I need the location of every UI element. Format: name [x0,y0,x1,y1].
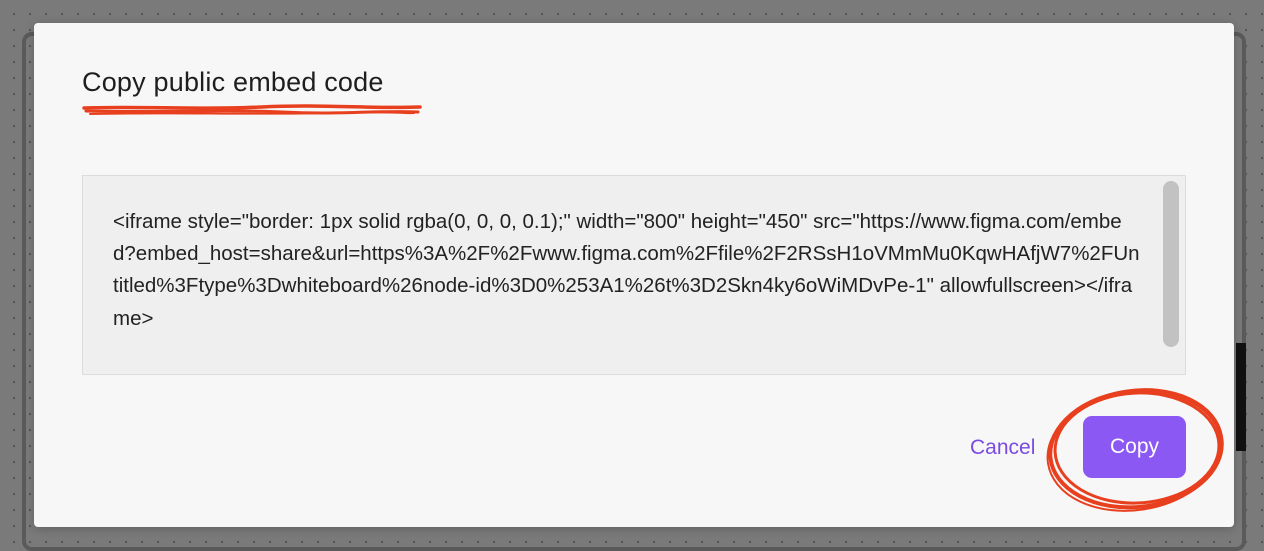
embed-code-text[interactable]: <iframe style="border: 1px solid rgba(0,… [113,206,1143,335]
title-underline-annotation [82,104,422,115]
embed-code-field[interactable]: <iframe style="border: 1px solid rgba(0,… [82,175,1186,375]
copy-button[interactable]: Copy [1083,416,1186,478]
scrollbar-thumb[interactable] [1163,181,1179,347]
scrollbar[interactable] [1163,181,1179,353]
dialog-title: Copy public embed code [82,67,384,97]
embed-code-dialog: Copy public embed code <iframe style="bo… [34,23,1234,527]
cancel-button[interactable]: Cancel [970,431,1035,465]
board-edge-element [1236,343,1246,451]
